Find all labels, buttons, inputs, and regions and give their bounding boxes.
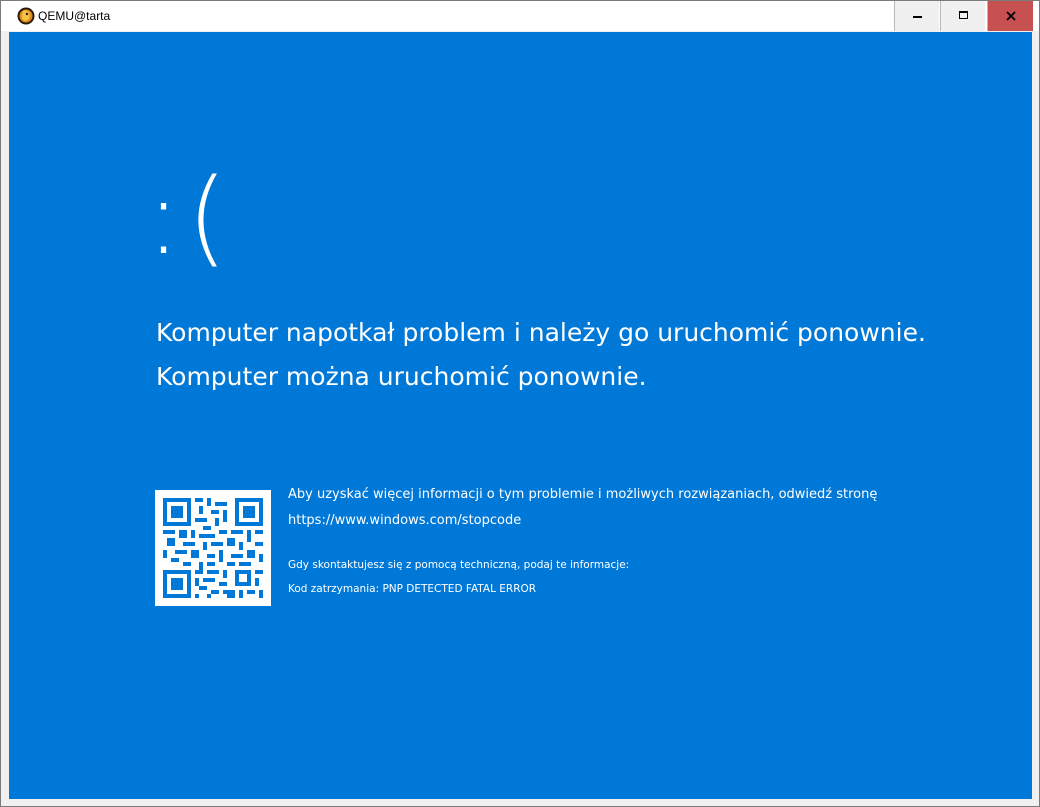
window-title: QEMU@tarta [38, 9, 111, 23]
title-bar[interactable]: QEMU@tarta [1, 1, 1039, 31]
info-text: Aby uzyskać więcej informacji o tym prob… [288, 487, 878, 502]
qemu-window: QEMU@tarta :( Komputer napotkał problem … [0, 0, 1040, 807]
sad-face: :( [146, 156, 234, 278]
minimize-icon [913, 16, 922, 18]
error-message: Komputer napotkał problem i należy go ur… [156, 318, 926, 347]
stopcode-link[interactable]: https://www.windows.com/stopcode [288, 512, 521, 530]
restart-message: Komputer można uruchomić ponownie. [156, 362, 647, 391]
close-icon [1006, 11, 1016, 21]
maximize-button[interactable] [940, 1, 985, 31]
bsod-screen: :( Komputer napotkał problem i należy go… [9, 32, 1032, 799]
close-button[interactable] [987, 1, 1033, 31]
stop-code: Kod zatrzymania: PNP DETECTED FATAL ERRO… [288, 583, 537, 595]
qemu-icon [17, 7, 35, 25]
qr-code [155, 490, 271, 606]
contact-text: Gdy skontaktujesz się z pomocą techniczn… [288, 559, 630, 571]
minimize-button[interactable] [894, 1, 939, 31]
maximize-icon [959, 11, 968, 19]
